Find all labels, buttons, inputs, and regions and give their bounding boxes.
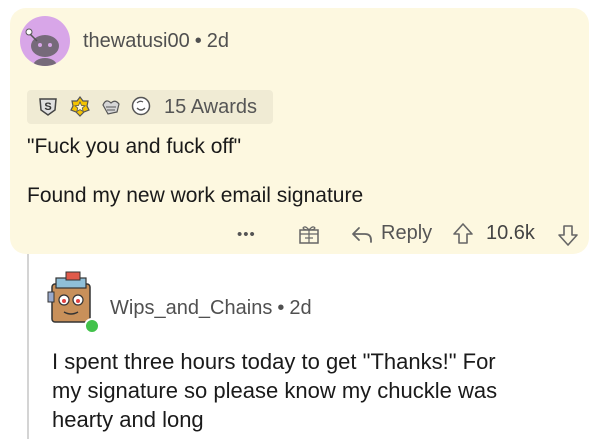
thread-line[interactable] [27,254,29,439]
user-avatar[interactable] [20,16,70,66]
online-status-indicator [84,318,100,334]
comment-body-line: "Fuck you and fuck off" [27,135,242,158]
reply-button[interactable]: Reply [381,222,432,245]
downvote-icon[interactable] [557,223,579,247]
reply-arrow-icon[interactable] [350,225,374,245]
separator-dot: • [194,30,202,52]
vote-score: 10.6k [486,222,535,244]
timestamp: 2d [289,297,312,319]
reply-body-line: my signature so please know my chuckle w… [52,378,498,403]
helpful-award-icon [131,96,151,116]
separator-dot: • [277,297,285,319]
reply-body-line: hearty and long [52,407,204,432]
wholesome-award-icon [102,100,120,115]
upvote-icon[interactable] [452,222,474,246]
give-award-icon[interactable] [298,223,320,245]
awards-count: 15 Awards [164,96,258,118]
snoo-avatar-icon [25,28,59,66]
timestamp: 2d [206,30,230,52]
username[interactable]: Wips_and_Chains [110,297,272,319]
awards-bar[interactable]: S 15 Awards [27,90,273,124]
comment-header: thewatusi00 • 2d [83,30,229,53]
reply-body-line: I spent three hours today to get "Thanks… [52,349,496,374]
silver-award-icon: S [39,98,57,116]
comment-header: Wips_and_Chains • 2d [110,297,312,320]
more-options-button[interactable]: ••• [237,226,256,243]
gold-award-icon [70,96,90,117]
username[interactable]: thewatusi00 [83,30,190,52]
svg-text:S: S [44,101,51,113]
comment-body-line: Found my new work email signature [27,184,364,207]
